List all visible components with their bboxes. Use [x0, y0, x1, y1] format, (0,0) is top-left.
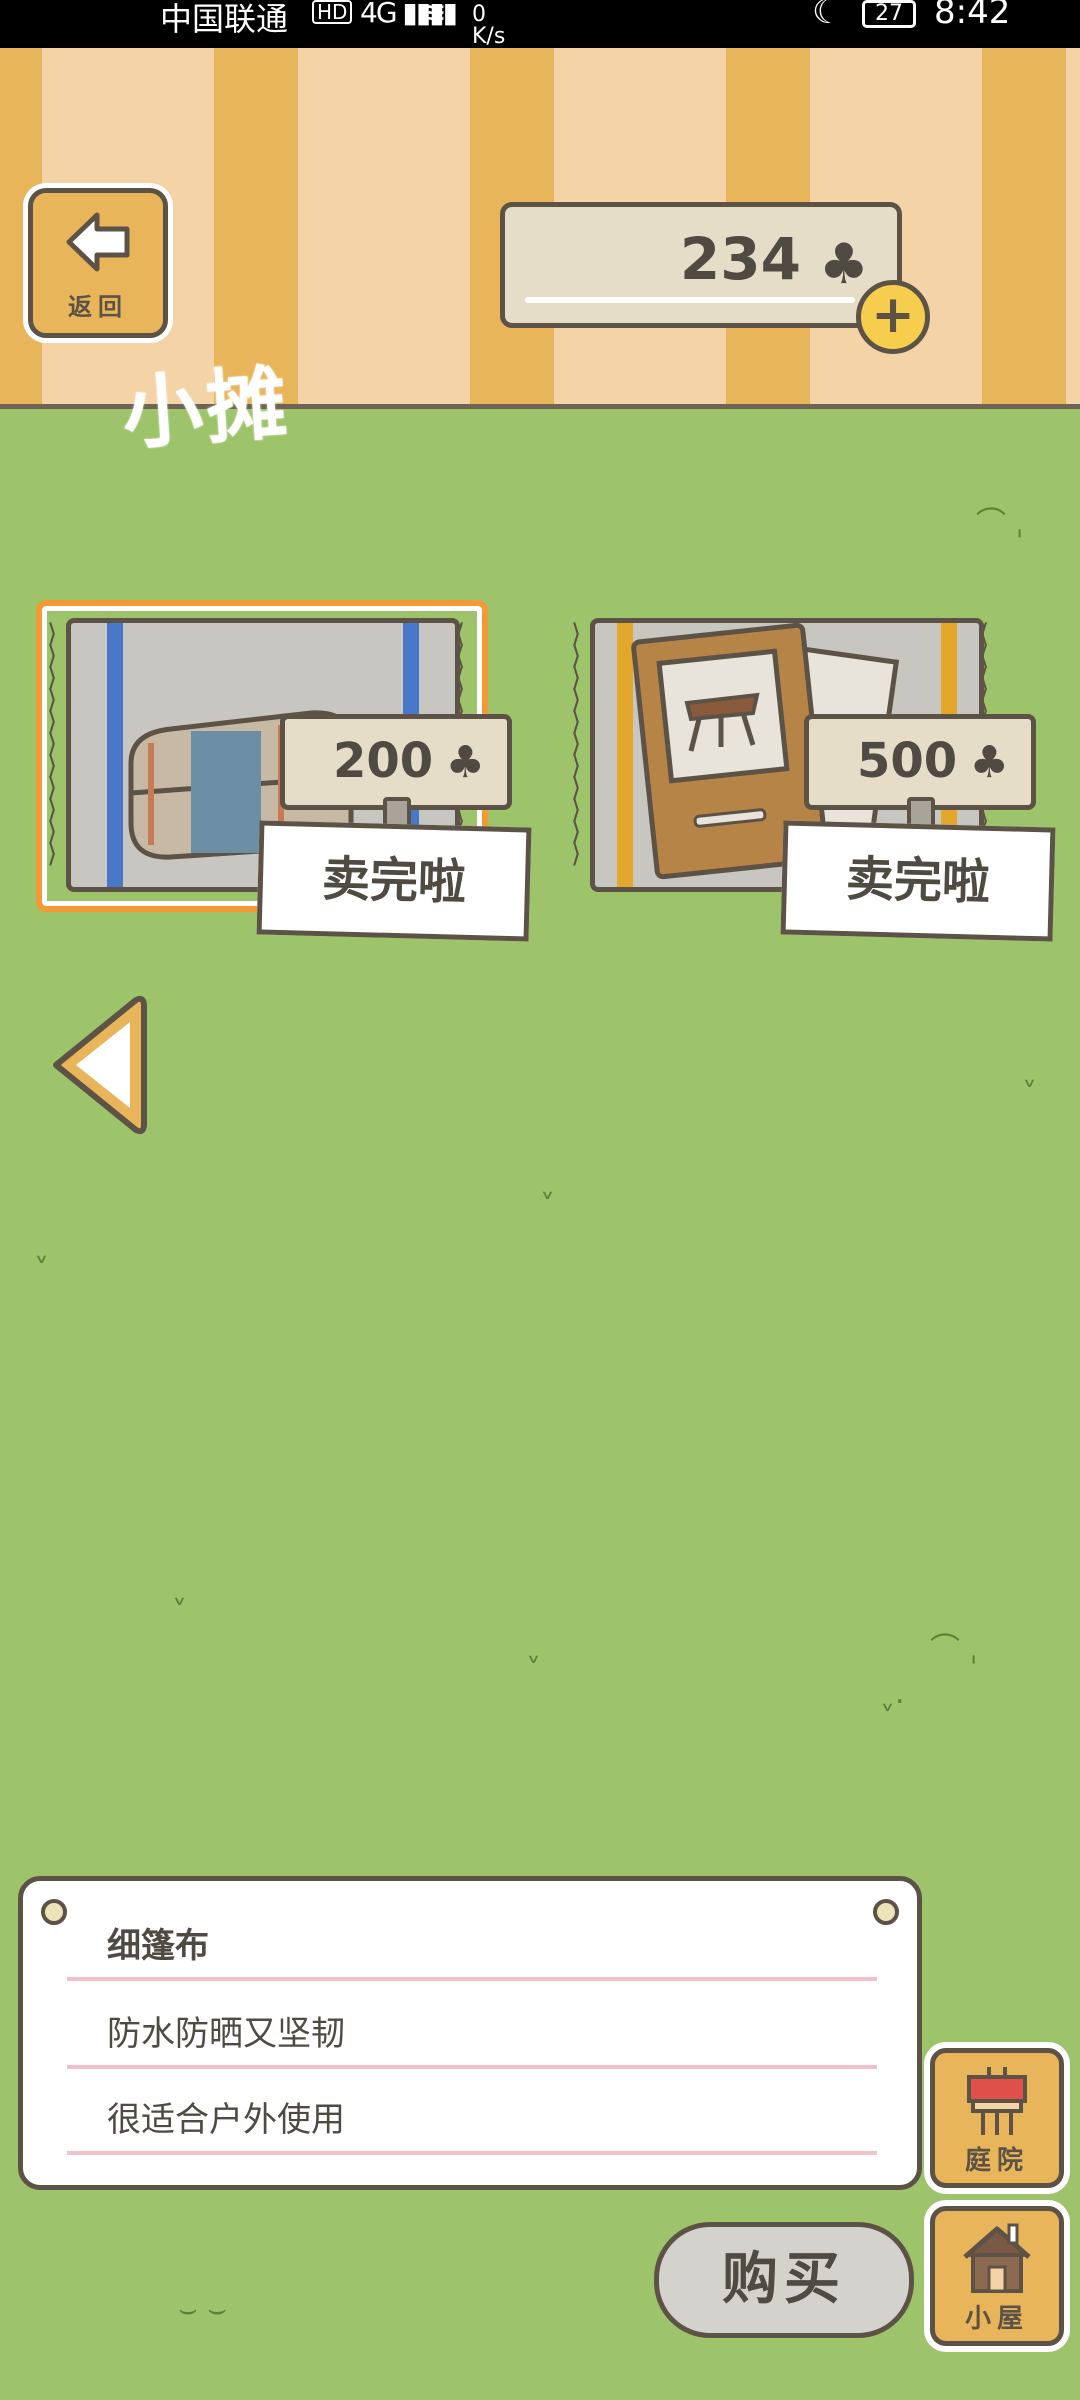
network-speed: 0 K/s: [472, 4, 505, 48]
back-arrow-icon: [66, 212, 130, 272]
buy-button[interactable]: 购买: [654, 2222, 914, 2338]
yard-icon: [967, 2067, 1027, 2135]
price-tag: 500 ♣: [804, 714, 1036, 831]
house-icon: [963, 2223, 1031, 2293]
do-not-disturb-icon: ☾: [812, 0, 843, 32]
clover-icon: ♣: [969, 737, 1009, 788]
hd-badge: HD: [312, 0, 353, 24]
panel-pin: [41, 1899, 67, 1925]
grass-tuft: ˬ: [526, 1628, 541, 1663]
battery-icon: 27: [862, 0, 916, 28]
back-label: 返回: [68, 293, 128, 321]
description-row: 细篷布: [67, 1897, 877, 1981]
grass-tuft: ˬ: [540, 1164, 555, 1199]
page-title: 小摊: [119, 356, 294, 461]
shop-item-tarp[interactable]: ⟩⟩⟩⟩⟩⟩⟩⟩⟩⟩⟩ ⟨⟨⟨⟨⟨⟨⟨⟨⟨⟨⟨ 200 ♣ 卖完啦: [36, 600, 532, 942]
clock: 8:42: [934, 0, 1011, 32]
price-value: 200: [333, 733, 434, 789]
shop-item-catalog[interactable]: ⟩⟩⟩⟩⟩⟩⟩⟩⟩⟩⟩ ⟨⟨⟨⟨⟨⟨⟨⟨⟨⟨⟨ 500 ♣ 卖完啦: [564, 604, 1056, 942]
add-clover-button[interactable]: +: [856, 280, 930, 354]
price-tag: 200 ♣: [280, 714, 512, 831]
grass-tuft: ˬ.: [880, 1676, 905, 1711]
grass-tuft: ⌒ ˌ: [930, 1632, 978, 1667]
back-button[interactable]: 返回: [28, 188, 168, 338]
item-description-line: 很适合户外使用: [107, 2100, 345, 2140]
item-name: 细篷布: [107, 1926, 209, 1966]
shop-header: 返回 小摊 234 ♣ +: [0, 48, 1080, 461]
network-speed-unit: K/s: [472, 24, 506, 49]
sold-out-label: 卖完啦: [256, 820, 532, 942]
price-value: 500: [857, 733, 958, 789]
sold-out-label: 卖完啦: [780, 820, 1056, 942]
rug-fringe: ⟩ ⟩ ⟩ ⟩ ⟩ ⟩ ⟩ ⟩ ⟩ ⟩ ⟩: [571, 619, 582, 869]
previous-page-arrow-icon[interactable]: [48, 992, 148, 1138]
rug-fringe: ⟩ ⟩ ⟩ ⟩ ⟩ ⟩ ⟩ ⟩ ⟩ ⟩ ⟩: [47, 619, 58, 869]
clover-count: 234: [679, 225, 801, 293]
grass-tuft: ⌒ ˌ: [976, 506, 1024, 541]
house-label: 小屋: [964, 2304, 1029, 2334]
grass-tuft: ˬ: [172, 1570, 187, 1605]
clover-balance: 234 ♣: [500, 202, 902, 328]
grass-tuft: ˬ: [1022, 1052, 1037, 1087]
house-button[interactable]: 小屋: [930, 2206, 1064, 2346]
grass-tuft: ⌣ ⌣: [178, 2292, 228, 2327]
wifi-icon: ≋: [420, 0, 447, 32]
grass-tuft: ˬ: [34, 1228, 49, 1263]
item-description-line: 防水防晒又坚韧: [107, 2014, 345, 2054]
status-bar: 中国联通 HD 4G ▮▮▮▮ ≋ 0 K/s ☾ 27 8:42: [0, 0, 1080, 48]
clover-icon: ♣: [818, 232, 869, 297]
yard-button[interactable]: 庭院: [930, 2048, 1064, 2188]
item-description-panel: 细篷布 防水防晒又坚韧 很适合户外使用: [18, 1876, 922, 2190]
clover-icon: ♣: [445, 737, 485, 788]
carrier-name: 中国联通: [160, 0, 289, 38]
description-row: 防水防晒又坚韧: [67, 1985, 877, 2069]
description-row: 很适合户外使用: [67, 2071, 877, 2155]
coin-box-highlight: [525, 297, 855, 303]
yard-label: 庭院: [964, 2146, 1029, 2176]
